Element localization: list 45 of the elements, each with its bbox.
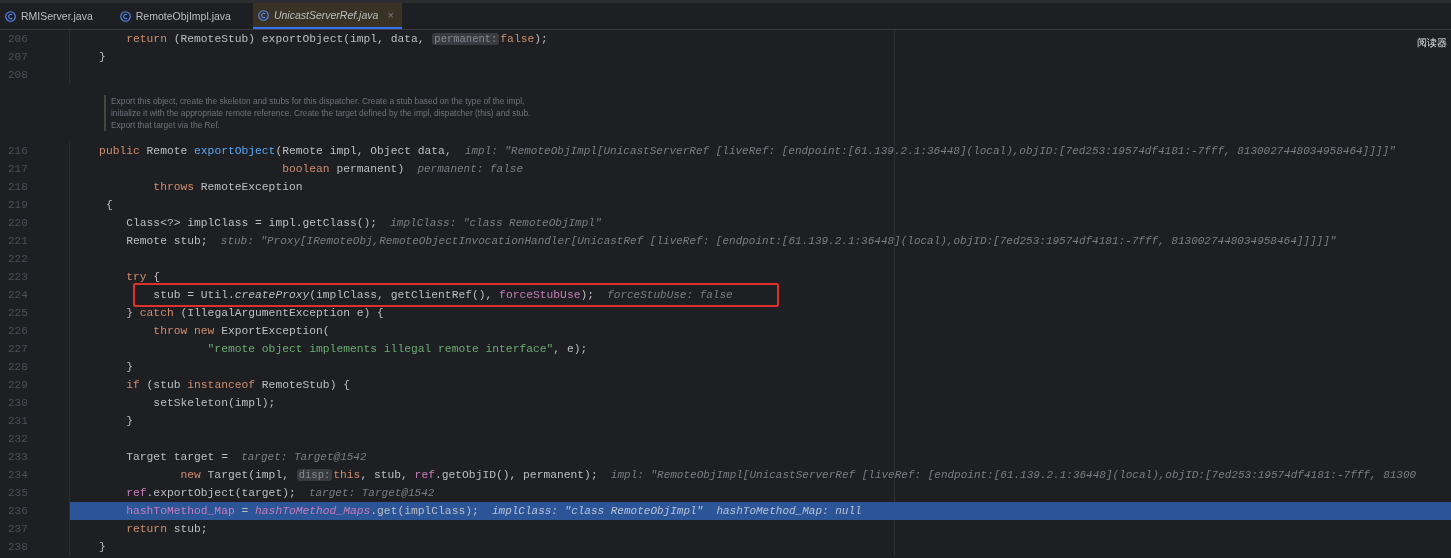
code-text: } (125, 415, 133, 427)
inline-value-hint: implClass: "class RemoteObjImpl" (491, 505, 704, 517)
code-text: return stub; (125, 523, 208, 535)
code-text: if (stub instanceof RemoteStub) { (125, 379, 350, 391)
editor-tab[interactable]: RMIServer.java (0, 3, 115, 29)
inline-value-hint: impl: "RemoteObjImpl[UnicastServerRef [liveRef: [endpoint:[61.139.2.1:36448](local),objID:[7ed253:19574df4181:-7fff, 81300 (610, 469, 1417, 481)
code-text: setSkeleton(impl); (152, 397, 276, 409)
code-text: "remote object implements illegal remote interface", e); (206, 343, 588, 355)
editor-tab[interactable]: UnicastServerRef.java × (252, 3, 402, 29)
class-icon (5, 10, 16, 22)
doc-comment: Export this object, create the skeleton and stubs for this dispatcher. Create a stub based on the type of the impl, initialize it with the appropriate remote reference. Create the target defined by the impl, dispatcher (this) and stub. Export that target via the Ref. (104, 95, 531, 131)
code-text: Class<?> implClass = impl.getClass(); (125, 217, 378, 229)
inline-value-hint: implClass: "class RemoteObjImpl" (390, 217, 602, 229)
inline-value-hint: forceStubUse: false (607, 289, 733, 301)
code-text: new Target(impl, (179, 469, 290, 481)
inline-value-hint: hashToMethod_Map: null (716, 505, 862, 517)
inline-value-hint: stub: "Proxy[IRemoteObj,RemoteObjectInvocationHandler[UnicastRef [liveRef: [endpoint:[61.139.2.1:36448](local),objID:[7ed253:19574df4181:-7fff, 8130027448034958464]]]]]" (220, 235, 1337, 247)
code-text: hashToMethod_Map = hashToMethod_Maps.get(implClass); (125, 505, 479, 517)
code-text: stub = Util.createProxy(implClass, getClientRef(), forceStubUse); (152, 289, 595, 301)
code-text: public Remote exportObject(Remote impl, Object data, (98, 145, 452, 157)
code-text: } catch (IllegalArgumentException e) { (125, 307, 384, 319)
code-text: } (125, 361, 133, 373)
editor-tab[interactable]: RemoteObjImpl.java (114, 3, 253, 29)
code-text: false); (500, 33, 548, 45)
inline-value-hint: target: Target@1542 (241, 451, 367, 463)
code-text: return (RemoteStub) exportObject(impl, data, (125, 33, 426, 45)
floating-label: 阅读器 (1417, 36, 1447, 50)
code-text: this, stub, ref.getObjID(), permanent); (333, 469, 598, 481)
code-text: Remote stub; (125, 235, 208, 247)
inline-value-hint: permanent: false (417, 163, 523, 175)
class-icon (257, 9, 269, 21)
code-text: throws RemoteException (152, 181, 303, 193)
code-text: } (98, 541, 106, 553)
code-text: Target target = (125, 451, 228, 463)
inline-value-hint: target: Target@1542 (308, 487, 435, 499)
class-icon (119, 10, 131, 22)
parameter-name-hint: disp: (296, 469, 333, 481)
code-text: { (104, 199, 113, 211)
parameter-name-hint: permanent: (432, 33, 500, 45)
code-text: throw new ExportException( (152, 325, 330, 337)
code-text: try { (125, 271, 161, 283)
code-text: ref.exportObject(target); (125, 487, 296, 499)
inline-value-hint: impl: "RemoteObjImpl[UnicastServerRef [liveRef: [endpoint:[61.139.2.1:36448](local),objID:[7ed253:19574df4181:-7fff, 8130027448034958464]]]]" (464, 145, 1396, 157)
code-text: } (98, 51, 106, 63)
code-text: boolean permanent) (281, 163, 405, 175)
